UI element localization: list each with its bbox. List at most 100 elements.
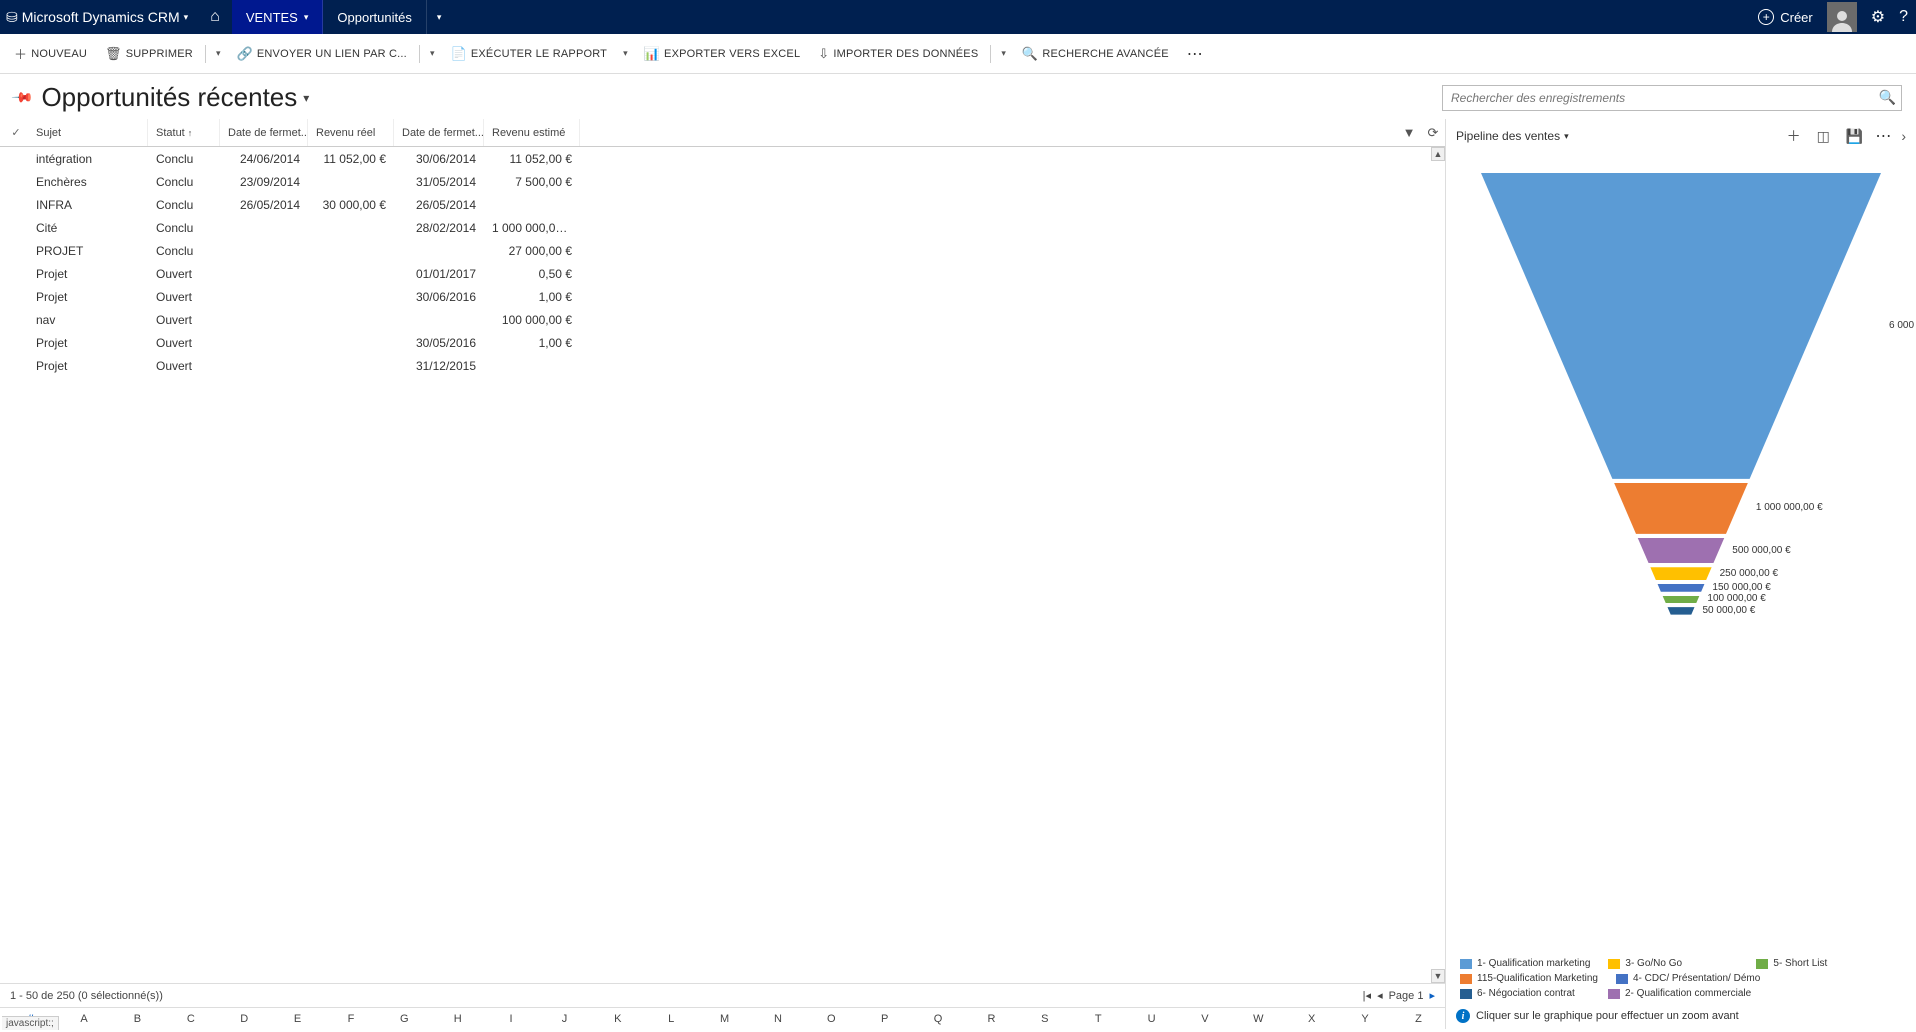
table-row[interactable]: ProjetOuvert31/12/2015 bbox=[0, 354, 1445, 377]
col-header-revenu-reel[interactable]: Revenu réel bbox=[308, 119, 394, 146]
table-row[interactable]: intégrationConclu24/06/201411 052,00 €30… bbox=[0, 147, 1445, 170]
alpha-D[interactable]: D bbox=[218, 1013, 271, 1025]
alpha-J[interactable]: J bbox=[538, 1013, 591, 1025]
alpha-Y[interactable]: Y bbox=[1338, 1013, 1391, 1025]
page-prev[interactable]: ◂ bbox=[1377, 989, 1383, 1002]
chart-new-icon[interactable]: ＋ bbox=[1783, 126, 1805, 146]
cmd-rapport-caret[interactable]: ▾ bbox=[619, 48, 632, 59]
alpha-P[interactable]: P bbox=[858, 1013, 911, 1025]
table-row[interactable]: EnchèresConclu23/09/201431/05/20147 500,… bbox=[0, 170, 1445, 193]
cell-revenu-est: 7 500,00 € bbox=[484, 175, 580, 189]
funnel-chart[interactable]: 6 000 000,00 €1 000 000,00 €500 000,00 €… bbox=[1446, 153, 1916, 952]
cmd-importer[interactable]: ⇩IMPORTER DES DONNÉES bbox=[812, 42, 984, 66]
alpha-N[interactable]: N bbox=[751, 1013, 804, 1025]
cmd-envoyer[interactable]: 🔗ENVOYER UN LIEN PAR C... bbox=[230, 42, 412, 66]
cmd-nouveau[interactable]: ＋NOUVEAU bbox=[8, 40, 93, 67]
chart-more[interactable]: ⋯ bbox=[1875, 126, 1893, 146]
alpha-A[interactable]: A bbox=[57, 1013, 110, 1025]
search-icon[interactable]: 🔍 bbox=[1879, 89, 1896, 106]
alpha-S[interactable]: S bbox=[1018, 1013, 1071, 1025]
alpha-C[interactable]: C bbox=[164, 1013, 217, 1025]
legend-item[interactable]: 4- CDC/ Présentation/ Démo bbox=[1616, 973, 1760, 984]
cmd-envoyer-caret[interactable]: ▾ bbox=[426, 48, 439, 59]
brand-menu[interactable]: ⛁ Microsoft Dynamics CRM ▾ bbox=[0, 0, 198, 34]
alpha-R[interactable]: R bbox=[965, 1013, 1018, 1025]
chart-save-icon[interactable]: 💾 bbox=[1842, 128, 1867, 145]
funnel-segment[interactable] bbox=[1481, 538, 1881, 563]
pin-icon[interactable]: 📌 bbox=[11, 85, 35, 109]
cmd-importer-caret[interactable]: ▾ bbox=[997, 48, 1010, 59]
cell-revenu-reel: 11 052,00 € bbox=[308, 152, 394, 166]
col-header-sujet[interactable]: Sujet bbox=[28, 119, 148, 146]
alpha-X[interactable]: X bbox=[1285, 1013, 1338, 1025]
table-row[interactable]: navOuvert100 000,00 € bbox=[0, 308, 1445, 331]
legend-item[interactable]: 6- Négociation contrat bbox=[1460, 988, 1590, 999]
page-title[interactable]: Opportunités récentes ▾ bbox=[41, 82, 309, 113]
alpha-B[interactable]: B bbox=[111, 1013, 164, 1025]
funnel-label: 1 000 000,00 € bbox=[1756, 502, 1823, 513]
funnel-segment[interactable] bbox=[1481, 607, 1881, 614]
nav-breadcrumb-caret[interactable]: ▾ bbox=[427, 0, 446, 34]
filter-icon[interactable]: ▼ bbox=[1397, 125, 1421, 140]
chart-title-dropdown[interactable]: Pipeline des ventes ▾ bbox=[1456, 129, 1569, 143]
chart-layout-icon[interactable]: ◫ bbox=[1813, 128, 1834, 145]
cmd-more[interactable]: ⋯ bbox=[1181, 44, 1211, 64]
alpha-M[interactable]: M bbox=[698, 1013, 751, 1025]
alpha-W[interactable]: W bbox=[1232, 1013, 1285, 1025]
alpha-V[interactable]: V bbox=[1178, 1013, 1231, 1025]
alpha-L[interactable]: L bbox=[645, 1013, 698, 1025]
alpha-G[interactable]: G bbox=[378, 1013, 431, 1025]
table-row[interactable]: ProjetOuvert01/01/20170,50 € bbox=[0, 262, 1445, 285]
col-header-revenu-est[interactable]: Revenu estimé bbox=[484, 119, 580, 146]
col-header-date-est[interactable]: Date de fermet... bbox=[394, 119, 484, 146]
alpha-H[interactable]: H bbox=[431, 1013, 484, 1025]
nav-ventes[interactable]: VENTES ▾ bbox=[232, 0, 324, 34]
table-row[interactable]: INFRAConclu26/05/201430 000,00 €26/05/20… bbox=[0, 193, 1445, 216]
cmd-rapport[interactable]: 📄EXÉCUTER LE RAPPORT bbox=[444, 42, 613, 66]
settings-gear-icon[interactable]: ⚙ bbox=[1871, 7, 1885, 27]
alpha-I[interactable]: I bbox=[484, 1013, 537, 1025]
funnel-segment[interactable] bbox=[1481, 173, 1881, 479]
col-header-date-reel[interactable]: Date de fermet... bbox=[220, 119, 308, 146]
legend-item[interactable]: 5- Short List bbox=[1756, 958, 1886, 969]
grid-scrollbar[interactable]: ▲▼ bbox=[1431, 147, 1445, 983]
alpha-E[interactable]: E bbox=[271, 1013, 324, 1025]
cell-revenu-est: 0,50 € bbox=[484, 267, 580, 281]
alpha-Z[interactable]: Z bbox=[1392, 1013, 1445, 1025]
table-row[interactable]: CitéConclu28/02/20141 000 000,00 € bbox=[0, 216, 1445, 239]
page-first[interactable]: |◂ bbox=[1363, 989, 1371, 1002]
nav-home[interactable]: ⌂ bbox=[198, 0, 232, 34]
table-row[interactable]: ProjetOuvert30/05/20161,00 € bbox=[0, 331, 1445, 354]
legend-item[interactable]: 2- Qualification commerciale bbox=[1608, 988, 1751, 999]
funnel-segment[interactable] bbox=[1481, 584, 1881, 592]
select-all-checkbox[interactable]: ✓ bbox=[4, 126, 28, 139]
alpha-U[interactable]: U bbox=[1125, 1013, 1178, 1025]
create-button[interactable]: + Créer bbox=[1758, 9, 1813, 25]
chart-collapse-icon[interactable]: › bbox=[1901, 128, 1906, 144]
alpha-O[interactable]: O bbox=[805, 1013, 858, 1025]
cmd-supprimer-caret[interactable]: ▾ bbox=[212, 48, 225, 59]
col-header-statut[interactable]: Statut↑ bbox=[148, 119, 220, 146]
help-icon[interactable]: ? bbox=[1899, 8, 1908, 26]
alpha-Q[interactable]: Q bbox=[911, 1013, 964, 1025]
alpha-F[interactable]: F bbox=[324, 1013, 377, 1025]
alpha-K[interactable]: K bbox=[591, 1013, 644, 1025]
table-row[interactable]: PROJETConclu27 000,00 € bbox=[0, 239, 1445, 262]
cell-date-est: 01/01/2017 bbox=[394, 267, 484, 281]
alpha-T[interactable]: T bbox=[1072, 1013, 1125, 1025]
refresh-icon[interactable]: ⟳ bbox=[1421, 125, 1445, 141]
nav-opportunites[interactable]: Opportunités bbox=[323, 0, 426, 34]
page-next[interactable]: ▸ bbox=[1429, 989, 1435, 1002]
legend-item[interactable]: 1- Qualification marketing bbox=[1460, 958, 1590, 969]
cmd-recherche[interactable]: 🔍RECHERCHE AVANCÉE bbox=[1016, 42, 1175, 66]
funnel-segment[interactable] bbox=[1481, 567, 1881, 580]
cmd-supprimer[interactable]: 🗑SUPPRIMER bbox=[99, 42, 199, 66]
cmd-excel[interactable]: 📊EXPORTER VERS EXCEL bbox=[638, 42, 807, 66]
legend-item[interactable]: 3- Go/No Go bbox=[1608, 958, 1738, 969]
search-input[interactable] bbox=[1442, 85, 1902, 111]
user-avatar[interactable] bbox=[1827, 2, 1857, 32]
funnel-segment[interactable] bbox=[1481, 596, 1881, 603]
table-row[interactable]: ProjetOuvert30/06/20161,00 € bbox=[0, 285, 1445, 308]
chevron-down-icon: ▾ bbox=[1564, 131, 1569, 142]
legend-item[interactable]: 115-Qualification Marketing bbox=[1460, 973, 1598, 984]
